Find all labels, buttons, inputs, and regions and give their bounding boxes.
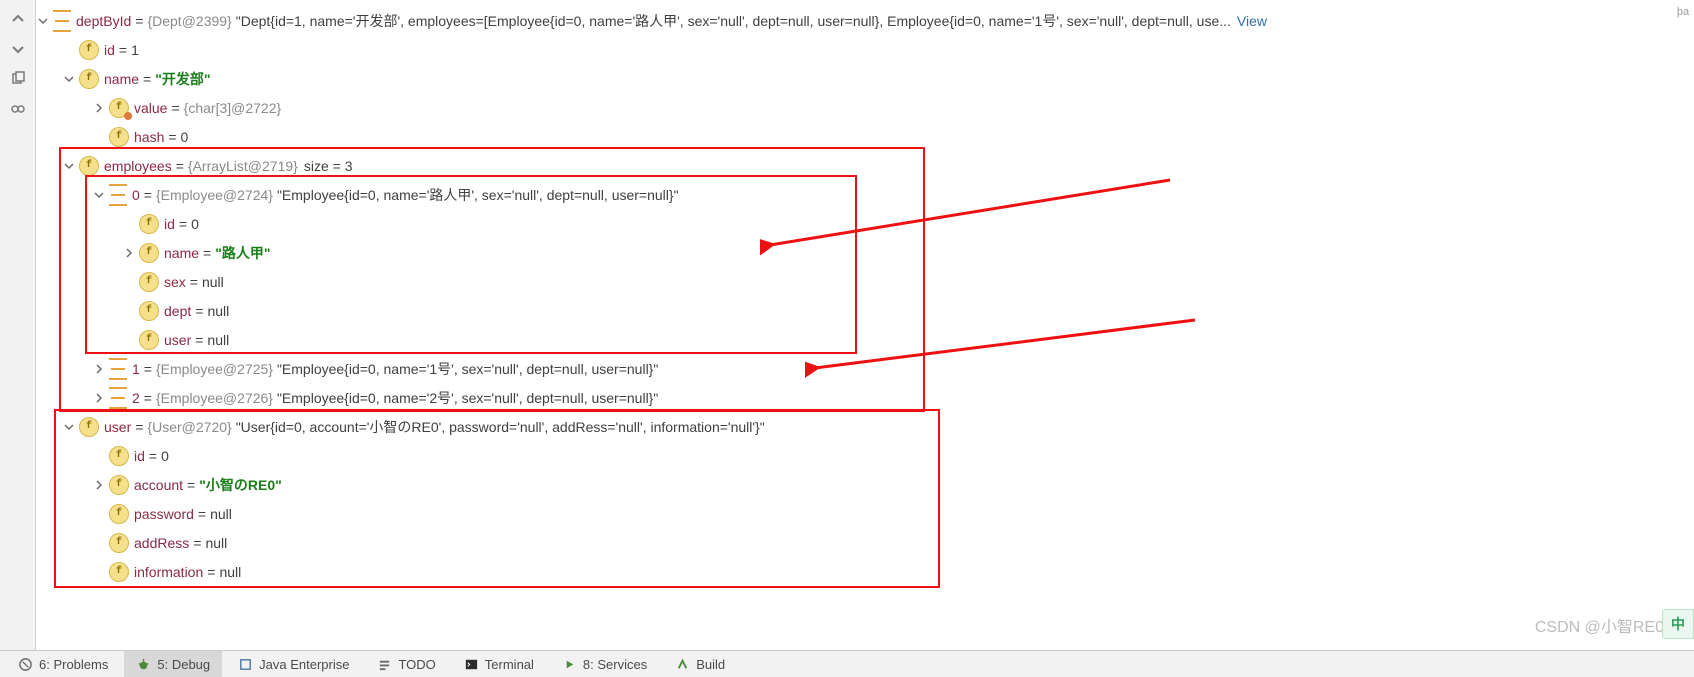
node-emp0-name[interactable]: f name = "路人甲"	[36, 238, 1672, 267]
field-icon: f	[139, 330, 159, 350]
todo-icon	[377, 657, 392, 672]
node-user-account[interactable]: f account = "小智のRE0"	[36, 470, 1672, 499]
node-emp0-dept[interactable]: f dept = null	[36, 296, 1672, 325]
chevron-right-icon[interactable]	[92, 478, 106, 492]
node-deptById[interactable]: deptById = {Dept@2399} "Dept{id=1, name=…	[36, 6, 1672, 35]
node-id[interactable]: f id = 1	[36, 35, 1672, 64]
node-emp1[interactable]: 1 = {Employee@2725} "Employee{id=0, name…	[36, 354, 1672, 383]
field-icon: f	[139, 214, 159, 234]
chevron-right-icon[interactable]	[92, 391, 106, 405]
chevron-down-icon[interactable]	[62, 72, 76, 86]
node-user-id[interactable]: f id = 0	[36, 441, 1672, 470]
chevron-down-icon[interactable]	[62, 159, 76, 173]
field-icon: f	[79, 40, 99, 60]
node-name-value[interactable]: f value = {char[3]@2722}	[36, 93, 1672, 122]
field-icon: f	[139, 272, 159, 292]
field-icon: f	[109, 475, 129, 495]
list-icon	[53, 10, 71, 32]
node-employees[interactable]: f employees = {ArrayList@2719} size = 3	[36, 151, 1672, 180]
debug-icon	[136, 657, 151, 672]
services-icon	[562, 657, 577, 672]
node-name[interactable]: f name = "开发部"	[36, 64, 1672, 93]
field-icon: f	[79, 156, 99, 176]
node-user-password[interactable]: f password = null	[36, 499, 1672, 528]
tab-problems[interactable]: 6: Problems	[6, 651, 120, 677]
field-icon: f	[109, 504, 129, 524]
field-name: deptById	[76, 13, 131, 29]
chevron-right-icon[interactable]	[122, 246, 136, 260]
go-up-icon[interactable]	[7, 8, 29, 30]
node-emp2[interactable]: 2 = {Employee@2726} "Employee{id=0, name…	[36, 383, 1672, 412]
type-ref: {Dept@2399}	[147, 13, 231, 29]
node-user-addRess[interactable]: f addRess = null	[36, 528, 1672, 557]
terminal-icon	[464, 657, 479, 672]
list-icon	[109, 184, 127, 206]
node-user-information[interactable]: f information = null	[36, 557, 1672, 586]
chevron-right-icon[interactable]	[92, 362, 106, 376]
view-link[interactable]: View	[1237, 13, 1267, 29]
node-emp0-id[interactable]: f id = 0	[36, 209, 1672, 238]
tab-terminal[interactable]: Terminal	[452, 651, 546, 677]
field-icon: f	[109, 533, 129, 553]
list-icon	[109, 358, 127, 380]
chevron-down-icon[interactable]	[36, 14, 50, 28]
ime-indicator[interactable]: 中	[1662, 609, 1694, 639]
field-icon: f	[79, 417, 99, 437]
field-icon: f	[109, 98, 129, 118]
problems-icon	[18, 657, 33, 672]
node-hash[interactable]: f hash = 0	[36, 122, 1672, 151]
field-icon: f	[109, 127, 129, 147]
variables-tree: deptById = {Dept@2399} "Dept{id=1, name=…	[36, 6, 1672, 647]
tab-services[interactable]: 8: Services	[550, 651, 659, 677]
java-ee-icon	[238, 657, 253, 672]
node-emp0-user[interactable]: f user = null	[36, 325, 1672, 354]
tostring: "Dept{id=1, name='开发部', employees=[Emplo…	[236, 11, 1231, 31]
copy-icon[interactable]	[7, 68, 29, 90]
chevron-down-icon[interactable]	[92, 188, 106, 202]
field-icon: f	[109, 562, 129, 582]
field-icon: f	[139, 243, 159, 263]
go-down-icon[interactable]	[7, 38, 29, 60]
right-edge-label: þa	[1672, 0, 1694, 24]
goggles-icon[interactable]	[7, 98, 29, 120]
chevron-down-icon[interactable]	[62, 420, 76, 434]
field-icon: f	[109, 446, 129, 466]
tab-java-enterprise[interactable]: Java Enterprise	[226, 651, 361, 677]
build-icon	[675, 657, 690, 672]
chevron-right-icon[interactable]	[92, 101, 106, 115]
tab-build[interactable]: Build	[663, 651, 737, 677]
list-icon	[109, 387, 127, 409]
field-icon: f	[79, 69, 99, 89]
gutter-toolbar	[0, 0, 36, 677]
tab-debug[interactable]: 5: Debug	[124, 651, 222, 677]
node-emp0-sex[interactable]: f sex = null	[36, 267, 1672, 296]
tab-todo[interactable]: TODO	[365, 651, 447, 677]
node-user[interactable]: f user = {User@2720} "User{id=0, account…	[36, 412, 1672, 441]
tool-window-bar: 6: Problems 5: Debug Java Enterprise TOD…	[0, 650, 1694, 677]
field-icon: f	[139, 301, 159, 321]
node-emp0[interactable]: 0 = {Employee@2724} "Employee{id=0, name…	[36, 180, 1672, 209]
